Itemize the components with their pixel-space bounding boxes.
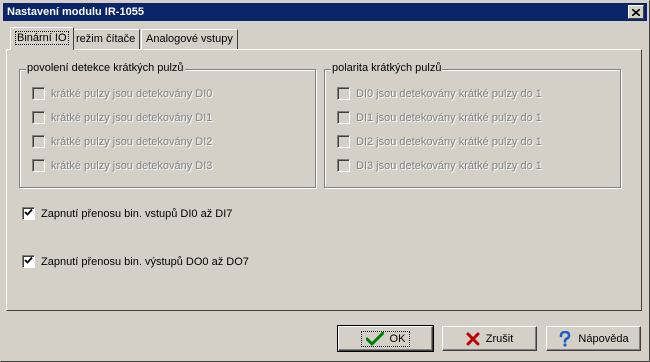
cross-icon — [466, 332, 480, 345]
checkbox-row-transfer-outputs[interactable]: Zapnutí přenosu bin. výstupů DO0 až DO7 — [22, 255, 249, 268]
checkbox-row-polarity-di1[interactable]: DI1 jsou detekovány krátké pulzy do 1 — [337, 111, 542, 124]
checkbox[interactable] — [337, 87, 350, 100]
tab-analogove-vstupy[interactable]: Analogové vstupy — [141, 29, 238, 49]
checkbox-row-transfer-inputs[interactable]: Zapnutí přenosu bin. vstupů DI0 až DI7 — [22, 207, 232, 220]
checkbox[interactable] — [32, 111, 45, 124]
help-button[interactable]: Nápověda — [546, 326, 641, 351]
checkbox[interactable] — [337, 135, 350, 148]
tab-panel: povolení detekce krátkých pulzů krátké p… — [6, 49, 642, 311]
checkbox[interactable] — [337, 111, 350, 124]
checkbox[interactable] — [337, 159, 350, 172]
checkbox-row-polarity-di2[interactable]: DI2 jsou detekovány krátké pulzy do 1 — [337, 135, 542, 148]
checkbox[interactable] — [32, 135, 45, 148]
checkbox[interactable] — [32, 159, 45, 172]
checkmark-icon — [24, 208, 33, 216]
checkmark-icon — [365, 331, 384, 345]
group-title: povolení detekce krátkých pulzů — [26, 62, 185, 74]
ok-button[interactable]: OK — [337, 325, 434, 352]
checkbox-row-detect-di1[interactable]: krátké pulzy jsou detekovány DI1 — [32, 111, 212, 124]
window-title: Nastavení modulu IR-1055 — [7, 6, 144, 18]
checkbox[interactable] — [32, 87, 45, 100]
help-icon — [560, 330, 571, 347]
title-bar[interactable]: Nastavení modulu IR-1055 — [3, 3, 647, 21]
cancel-button[interactable]: Zrušit — [442, 326, 537, 351]
checkbox-row-detect-di2[interactable]: krátké pulzy jsou detekovány DI2 — [32, 135, 212, 148]
tab-binarni-io[interactable]: Binární IO — [10, 27, 74, 50]
checkbox-row-polarity-di0[interactable]: DI0 jsou detekovány krátké pulzy do 1 — [337, 87, 542, 100]
checkbox[interactable] — [22, 207, 35, 220]
tab-rezim-citace[interactable]: režim čítače — [71, 29, 141, 49]
checkbox[interactable] — [22, 255, 35, 268]
group-short-pulse-polarity: polarita krátkých pulzů DI0 jsou detekov… — [324, 62, 621, 188]
close-icon — [632, 8, 640, 16]
group-title: polarita krátkých pulzů — [331, 62, 443, 74]
checkmark-icon — [24, 256, 33, 264]
close-button[interactable] — [628, 5, 644, 19]
checkbox-row-detect-di0[interactable]: krátké pulzy jsou detekovány DI0 — [32, 87, 212, 100]
group-short-pulse-detection: povolení detekce krátkých pulzů krátké p… — [19, 62, 316, 188]
checkbox-row-detect-di3[interactable]: krátké pulzy jsou detekovány DI3 — [32, 159, 212, 172]
dialog-window: Nastavení modulu IR-1055 Binární IO reži… — [0, 0, 650, 362]
checkbox-row-polarity-di3[interactable]: DI3 jsou detekovány krátké pulzy do 1 — [337, 159, 542, 172]
